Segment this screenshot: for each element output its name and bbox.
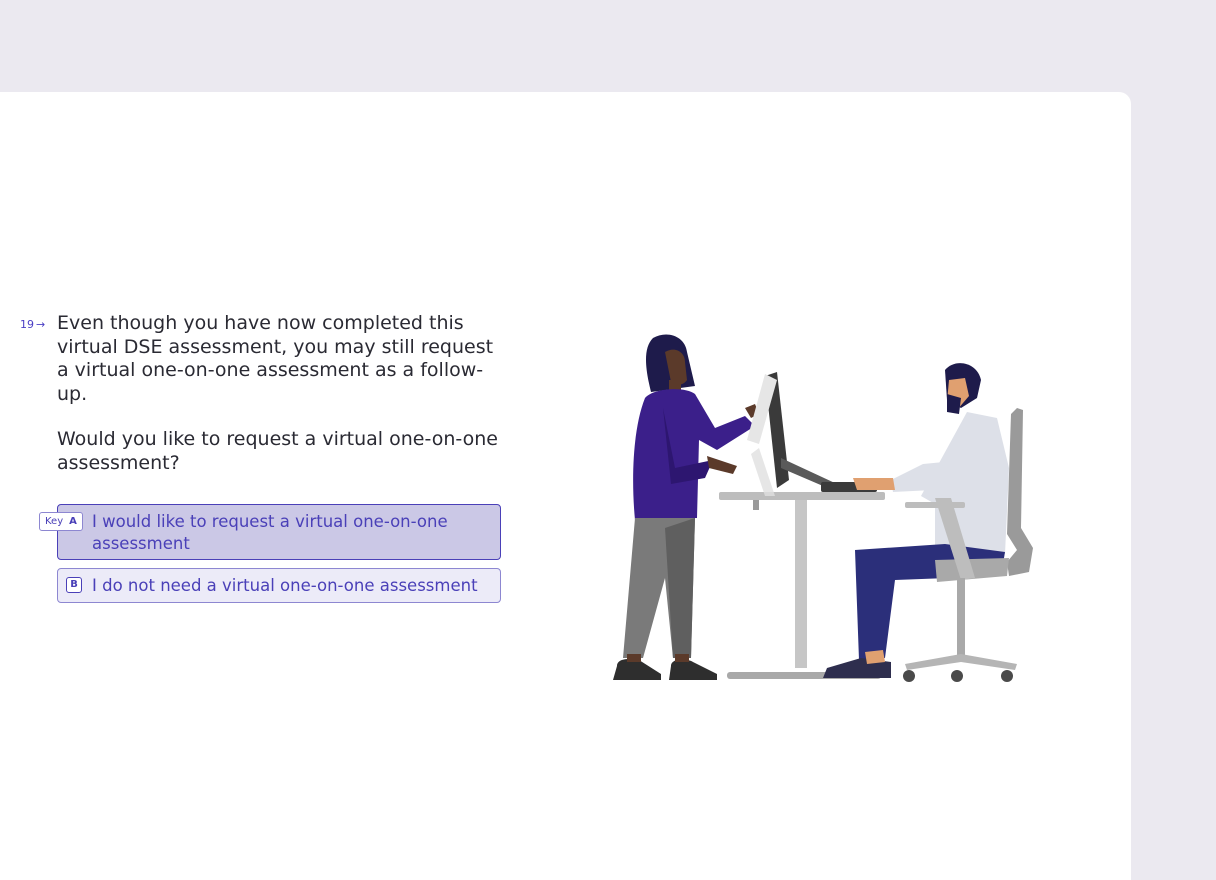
question-paragraph-1: Even though you have now completed this … bbox=[57, 312, 494, 405]
choice-a[interactable]: I would like to request a virtual one-on… bbox=[57, 504, 501, 560]
arrow-right-icon: → bbox=[36, 318, 46, 331]
key-hint-key: A bbox=[69, 516, 77, 527]
seated-man-figure bbox=[823, 363, 1009, 678]
standing-woman-figure bbox=[613, 334, 759, 680]
key-hint-label: Key bbox=[45, 516, 64, 527]
question-text: Even though you have now completed this … bbox=[57, 312, 507, 475]
question-paragraph-2: Would you like to request a virtual one-… bbox=[57, 428, 498, 474]
choice-b[interactable]: B I do not need a virtual one-on-one ass… bbox=[57, 568, 501, 603]
choice-b-label: I do not need a virtual one-on-one asses… bbox=[92, 576, 478, 595]
monitor bbox=[747, 372, 877, 496]
key-hint: Key A bbox=[39, 512, 83, 531]
workstation-illustration bbox=[613, 334, 1033, 682]
question-number-text: 19 bbox=[20, 318, 34, 331]
choice-b-key: B bbox=[66, 577, 82, 593]
question-number: 19 → bbox=[20, 318, 45, 331]
choice-a-label: I would like to request a virtual one-on… bbox=[92, 512, 448, 553]
